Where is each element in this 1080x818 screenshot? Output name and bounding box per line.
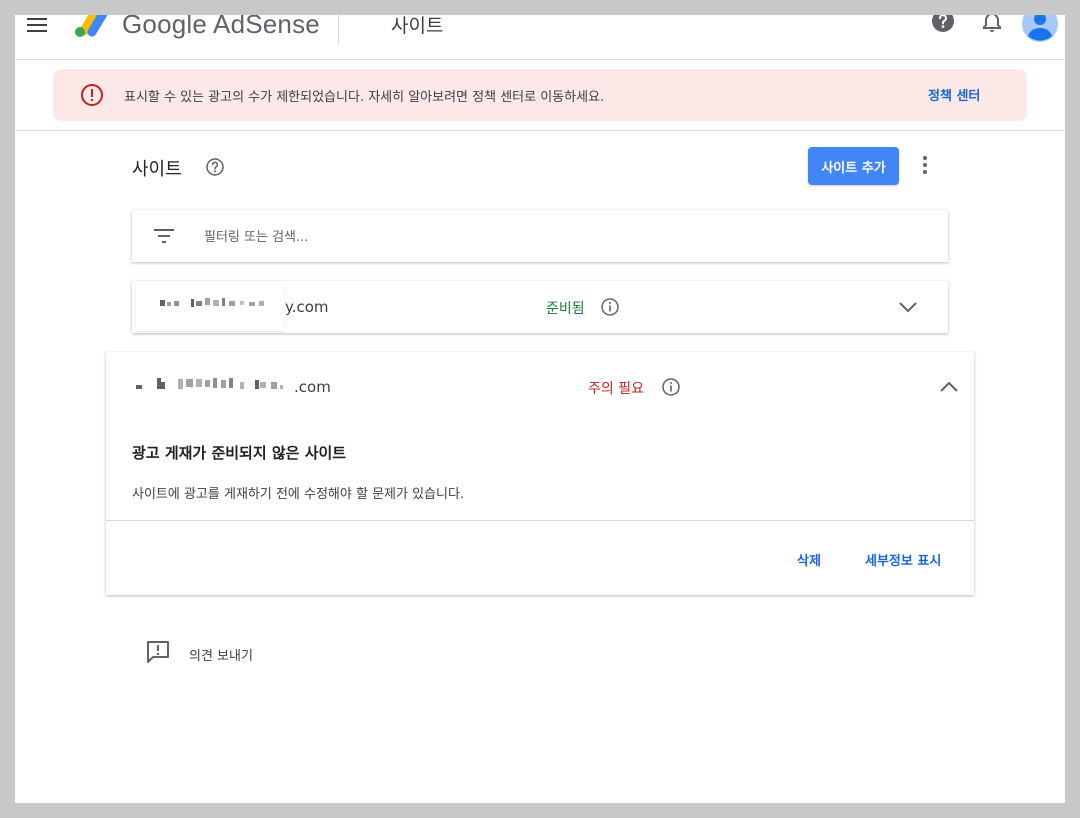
delete-link[interactable]: 삭제 [797,550,821,569]
filter-search-input[interactable] [202,224,906,250]
search-card [132,210,948,262]
notifications-bell-icon[interactable] [980,15,1004,35]
feedback-label: 의견 보내기 [189,649,253,664]
adsense-logo-icon [75,15,108,37]
policy-alert-banner: 표시할 수 있는 광고의 수가 제한되었습니다. 자세히 알아보려면 정책 센터… [53,69,1027,121]
filter-icon [154,229,174,243]
issue-title: 광고 게재가 준비되지 않은 사이트 [132,444,347,462]
help-outline-icon[interactable] [205,157,225,177]
chevron-up-icon[interactable] [937,375,961,399]
add-site-button[interactable]: 사이트 추가 [808,147,899,185]
site-domain-suffix: y.com [285,298,329,316]
chevron-down-icon[interactable] [896,295,920,319]
info-icon[interactable] [600,297,620,317]
more-vert-icon[interactable] [913,153,937,177]
adsense-window: Google AdSense 사이트 표시할 수 있는 광고의 수가 제한되었습… [15,15,1065,803]
help-icon[interactable] [931,15,955,33]
issue-description: 사이트에 광고를 게재하기 전에 수정해야 할 문제가 있습니다. [132,487,465,502]
top-app-bar: Google AdSense 사이트 [15,15,1065,60]
error-icon [81,84,103,106]
info-icon[interactable] [661,377,681,397]
menu-icon[interactable] [25,15,49,35]
site-domain-suffix: .com [294,378,331,396]
page-heading: 사이트 [391,15,444,37]
app-name: Google AdSense [122,15,320,39]
user-avatar[interactable] [1022,15,1058,42]
alert-message: 표시할 수 있는 광고의 수가 제한되었습니다. 자세히 알아보려면 정책 센터… [124,90,605,105]
topbar-divider [338,15,339,45]
sites-section-title: 사이트 [132,159,182,180]
site-row[interactable]: y.com 준비됨 [132,281,948,333]
policy-center-link[interactable]: 정책 센터 [928,85,980,104]
site-row-expanded: .com 주의 필요 광고 게재가 준비되지 않은 사이트 사이트에 광고를 게… [106,352,974,595]
feedback-icon [147,641,169,663]
site-status: 준비됨 [546,301,585,317]
show-details-link[interactable]: 세부정보 표시 [865,550,941,569]
redacted-domain [136,281,284,331]
site-status: 주의 필요 [588,381,644,397]
card-divider [106,520,974,521]
alert-band: 표시할 수 있는 광고의 수가 제한되었습니다. 자세히 알아보려면 정책 센터… [15,60,1065,131]
